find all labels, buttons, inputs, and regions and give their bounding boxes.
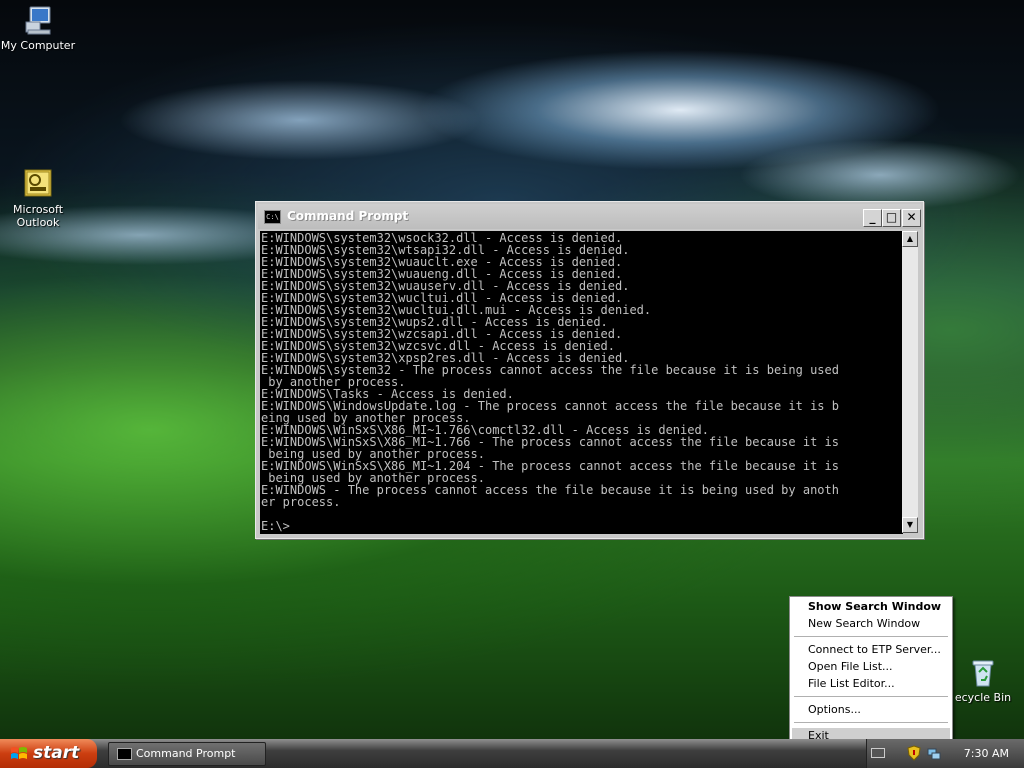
command-prompt-window[interactable]: C:\ Command Prompt _ □ ✕ E:WINDOWS\syste… — [255, 201, 924, 539]
console-output[interactable]: E:WINDOWS\system32\wsock32.dll - Access … — [260, 231, 903, 534]
keyboard-icon[interactable] — [871, 748, 885, 758]
taskbar-button-command-prompt[interactable]: Command Prompt — [108, 742, 266, 766]
vertical-scrollbar[interactable]: ▲ ▼ — [902, 231, 918, 533]
menu-separator — [794, 696, 948, 697]
window-titlebar[interactable]: C:\ Command Prompt _ □ ✕ — [258, 204, 921, 229]
security-shield-icon[interactable] — [907, 745, 921, 761]
minimize-button[interactable]: _ — [863, 209, 882, 227]
menu-item-show-search-window[interactable]: Show Search Window — [792, 599, 950, 615]
menu-separator — [794, 636, 948, 637]
windows-logo-icon — [11, 747, 27, 759]
menu-item-new-search-window[interactable]: New Search Window — [792, 616, 950, 632]
tray-context-menu: Show Search Window New Search Window Con… — [789, 596, 953, 750]
system-tray: 7:30 AM — [866, 739, 1024, 768]
window-title: Command Prompt — [287, 209, 409, 223]
desktop-icon-my-computer[interactable]: My Computer — [0, 4, 76, 52]
start-button[interactable]: start — [0, 739, 97, 768]
console-line: E:\> — [261, 519, 290, 533]
console-line: E:WINDOWS - The process cannot access th… — [261, 483, 839, 497]
taskbar-button-label: Command Prompt — [136, 747, 236, 760]
command-prompt-icon — [117, 748, 132, 760]
clock[interactable]: 7:30 AM — [964, 739, 1009, 768]
menu-item-options[interactable]: Options... — [792, 702, 950, 718]
desktop-icon-label: ecycle Bin — [954, 691, 1012, 704]
console-line: er process. — [261, 495, 341, 509]
outlook-icon — [22, 168, 54, 200]
desktop-icon-recycle-bin[interactable]: ecycle Bin — [948, 656, 1018, 704]
desktop-icon-label: Microsoft Outlook — [12, 203, 64, 229]
menu-item-file-list-editor[interactable]: File List Editor... — [792, 676, 950, 692]
scroll-up-arrow-icon[interactable]: ▲ — [902, 231, 918, 247]
menu-item-open-file-list[interactable]: Open File List... — [792, 659, 950, 675]
desktop-icon-label: My Computer — [0, 39, 76, 52]
taskbar: start Command Prompt 7:30 AM — [0, 739, 1024, 768]
command-prompt-icon: C:\ — [264, 210, 281, 224]
network-icon[interactable] — [927, 746, 941, 760]
start-label: start — [33, 743, 80, 763]
close-button[interactable]: ✕ — [902, 209, 921, 227]
computer-icon — [22, 4, 54, 36]
scroll-down-arrow-icon[interactable]: ▼ — [902, 517, 918, 533]
menu-separator — [794, 722, 948, 723]
maximize-button[interactable]: □ — [882, 209, 901, 227]
recycle-bin-icon — [967, 656, 999, 688]
menu-item-connect-to-server[interactable]: Connect to ETP Server... — [792, 642, 950, 658]
desktop-icon-outlook[interactable]: Microsoft Outlook — [0, 168, 76, 229]
